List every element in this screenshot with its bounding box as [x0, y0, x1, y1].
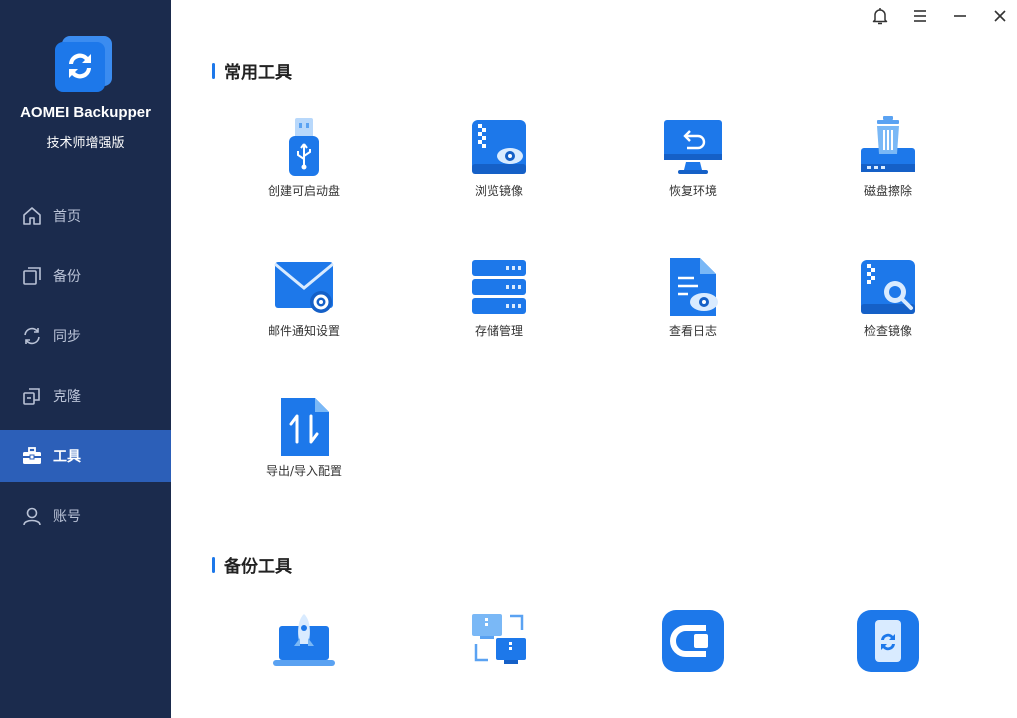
tool-export-import-config[interactable]: 导出/导入配置 — [234, 394, 374, 479]
tool-label: 存储管理 — [474, 324, 523, 338]
section-title-text: 常用工具 — [224, 63, 292, 83]
section-title-text: 备份工具 — [224, 557, 292, 577]
export-import-icon — [281, 398, 329, 456]
tool-label: 检查镜像 — [863, 324, 912, 338]
tool-label: 创建可启动盘 — [267, 184, 340, 198]
view-log-icon — [670, 258, 718, 316]
sidebar-item-home[interactable]: 首页 — [0, 190, 171, 242]
tool-label: 恢复环境 — [668, 184, 717, 198]
sidebar-item-label: 克隆 — [53, 389, 81, 405]
tool-view-logs[interactable]: 查看日志 — [623, 254, 763, 339]
check-image-icon — [861, 260, 915, 314]
app-logo-icon — [54, 34, 114, 92]
sidebar-item-tools[interactable]: 工具 — [0, 430, 171, 482]
recovery-env-icon — [664, 120, 722, 174]
sidebar-item-label: 工具 — [53, 449, 81, 465]
close-icon — [994, 10, 1006, 22]
menu-icon — [914, 10, 926, 22]
tool-recovery-environment[interactable]: 恢复环境 — [623, 114, 763, 199]
sidebar-item-label: 同步 — [53, 329, 81, 345]
close-button[interactable] — [988, 4, 1012, 28]
tool-label: 导出/导入配置 — [265, 464, 343, 478]
section-accent-bar — [212, 556, 215, 573]
tool-check-image[interactable]: 检查镜像 — [818, 254, 958, 339]
tool-centralized-backup[interactable] — [623, 608, 763, 676]
tool-create-bootable-media[interactable]: 创建可启动盘 — [234, 114, 374, 199]
sync-icon — [24, 327, 40, 345]
disk-wipe-icon — [861, 116, 915, 172]
notification-bell-button[interactable] — [868, 4, 892, 28]
usb-drive-icon — [289, 118, 319, 176]
backup-icon — [23, 267, 41, 285]
user-icon — [23, 507, 41, 526]
app-edition: 技术师增强版 — [46, 136, 125, 151]
minimize-button[interactable] — [948, 4, 972, 28]
centralized-backup-icon — [662, 610, 724, 672]
tool-label: 磁盘擦除 — [863, 184, 912, 198]
email-settings-icon — [274, 262, 334, 313]
sidebar-item-label: 账号 — [53, 509, 81, 525]
rocket-laptop-icon — [273, 614, 335, 666]
bell-icon — [872, 8, 888, 25]
sidebar-item-label: 首页 — [53, 209, 81, 225]
home-icon — [23, 207, 41, 225]
tool-explore-image[interactable]: 浏览镜像 — [429, 114, 569, 199]
tool-storage-management[interactable]: 存储管理 — [429, 254, 569, 339]
clone-icon — [23, 388, 40, 405]
sidebar-item-backup[interactable]: 备份 — [0, 250, 171, 302]
minimize-icon — [954, 15, 966, 17]
image-deploy-icon — [472, 614, 526, 664]
explore-image-icon — [472, 120, 526, 174]
tool-label: 邮件通知设置 — [267, 324, 340, 338]
section-title-backup-tools: 备份工具 — [212, 552, 292, 577]
sidebar-item-account[interactable]: 账号 — [0, 490, 171, 542]
tool-disk-wipe[interactable]: 磁盘擦除 — [818, 114, 958, 199]
sidebar-item-sync[interactable]: 同步 — [0, 310, 171, 362]
main-menu-button[interactable] — [908, 4, 932, 28]
sidebar-item-clone[interactable]: 克隆 — [0, 370, 171, 422]
tool-backup-rocket[interactable] — [234, 608, 374, 676]
storage-manage-icon — [472, 260, 526, 314]
toolbox-icon — [23, 447, 41, 464]
tool-phone-sync[interactable] — [818, 608, 958, 676]
tool-label: 查看日志 — [668, 324, 717, 338]
sidebar: AOMEI Backupper 技术师增强版 首页 备份 同步 克隆 工具 账号 — [0, 0, 171, 718]
section-title-common-tools: 常用工具 — [212, 58, 292, 83]
phone-sync-icon — [857, 610, 919, 672]
section-accent-bar — [212, 62, 215, 79]
tool-label: 浏览镜像 — [474, 184, 523, 198]
sidebar-item-label: 备份 — [53, 269, 81, 285]
app-name: AOMEI Backupper — [20, 104, 151, 121]
tool-email-notification-settings[interactable]: 邮件通知设置 — [234, 254, 374, 339]
tool-image-deploy[interactable] — [429, 608, 569, 676]
